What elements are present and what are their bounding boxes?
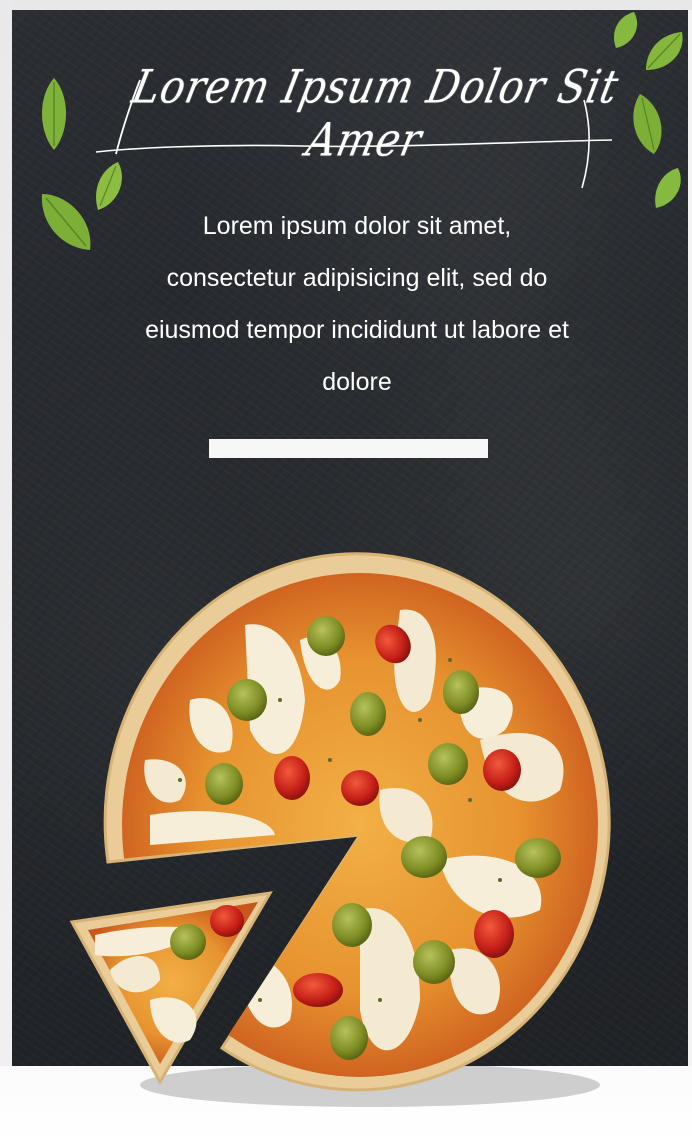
page: Lorem Ipsum Dolor Sit Amer Lorem ipsum d… — [0, 0, 692, 1141]
pizza-image — [69, 552, 611, 1107]
